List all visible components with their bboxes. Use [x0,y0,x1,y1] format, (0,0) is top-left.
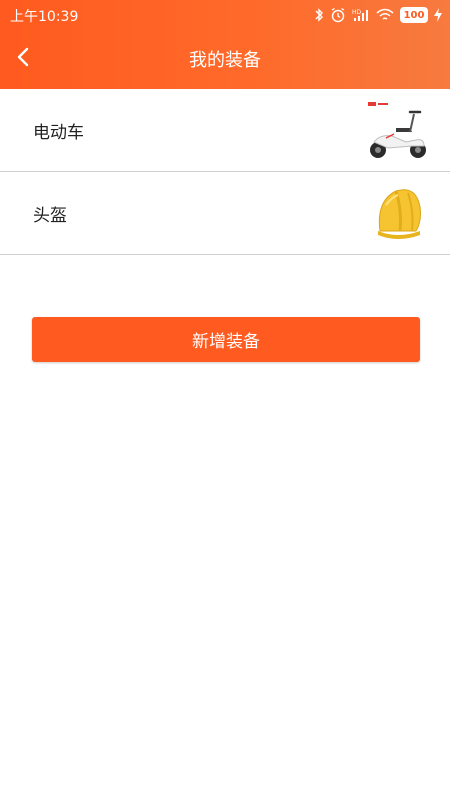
nav-bar: 我的装备 [0,30,450,89]
signal-hd-icon: HD [352,9,368,21]
page-title: 我的装备 [189,50,261,71]
status-time: 上午10:39 [10,9,79,25]
equipment-label: 电动车 [33,122,84,143]
status-bar: 上午10:39 HD 100 [0,0,450,30]
app-header: 上午10:39 HD 100 我的装备 [0,0,450,89]
add-equipment-button[interactable]: 新增装备 [32,317,420,362]
alarm-icon [331,7,345,23]
equipment-label: 头盔 [33,205,67,226]
svg-text:HD: HD [352,9,362,16]
equipment-list: 电动车 头盔 [0,89,450,255]
bluetooth-icon [315,8,323,22]
battery-icon: 100 [400,7,428,23]
status-icons: HD 100 [314,6,442,24]
scooter-image [368,102,426,158]
charging-icon [434,8,442,22]
equipment-item-helmet[interactable]: 头盔 [0,172,450,255]
wifi-icon [376,8,394,20]
equipment-item-scooter[interactable]: 电动车 [0,89,450,172]
helmet-image [378,189,421,239]
